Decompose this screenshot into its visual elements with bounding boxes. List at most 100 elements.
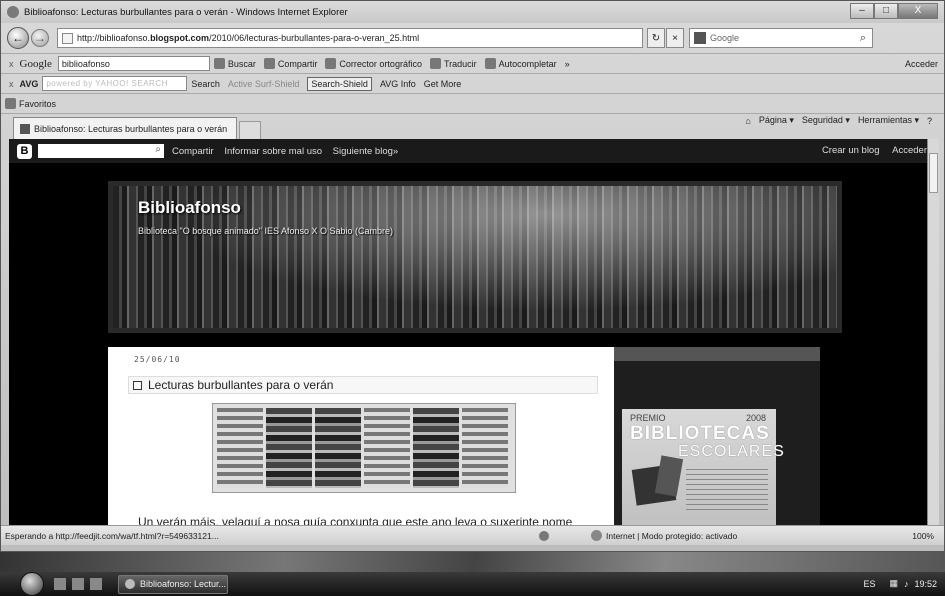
scrollbar-thumb[interactable] [929,153,938,193]
search-icon[interactable]: ⌕ [860,32,866,45]
blog-description: Biblioteca "O bosque animado" IES Afonso… [138,226,394,236]
sidebar: PREMIO 2008 BIBLIOTECAS ESCOLARES [614,347,820,525]
security-zone[interactable]: Internet | Modo protegido: activado [591,530,737,541]
taskbar: Biblioafonso: Lectur... ES ▦ ♪ 19:52 [0,572,945,596]
blog-title[interactable]: Biblioafonso [138,198,241,218]
url-domain: blogspot.com [150,33,210,43]
spellcheck-icon [325,58,337,69]
brochure-panel [462,408,508,488]
search-shield-button[interactable]: Search-Shield [307,76,372,91]
globe-icon [591,530,602,541]
taskbar-ie-button[interactable]: Biblioafonso: Lectur... [118,574,228,594]
blog-search-input[interactable]: ⌕ [38,144,164,158]
post-title-text: Lecturas burbullantes para o verán [148,378,334,392]
address-bar-row: ← → http://biblioafonso. blogspot.com/201… [1,23,944,53]
show-desktop-icon[interactable] [54,578,66,590]
autofill-icon [484,58,496,69]
address-buttons: ↻ × [647,28,685,48]
active-surf-shield-button[interactable]: Active Surf-Shield [228,79,300,89]
brochure-panel [217,408,263,488]
command-bar: ⌂ Página ▾ Seguridad ▾ Herramientas ▾ ? [737,115,932,126]
award-fine-print [686,469,768,513]
corrector-button[interactable]: Corrector ortográfico [325,58,422,69]
back-button[interactable]: ← [7,27,29,49]
avg-logo[interactable]: AVG [20,79,39,89]
stop-button[interactable]: × [666,28,684,48]
acceder-button[interactable]: Acceder [905,59,938,69]
url-input[interactable]: http://biblioafonso. blogspot.com/2010/06… [57,28,643,48]
get-more-button[interactable]: Get More [424,79,462,89]
tab-biblioafonso[interactable]: Biblioafonso: Lecturas burbullantes para… [13,117,237,139]
network-icon[interactable]: ▦ [889,578,898,589]
books-icon [654,455,684,497]
url-prefix: http://biblioafonso. [77,33,151,43]
vertical-scrollbar[interactable] [927,139,939,525]
avg-info-button[interactable]: AVG Info [380,79,416,89]
compartir-link[interactable]: Compartir [172,146,214,157]
traducir-button[interactable]: Traducir [429,58,477,69]
translate-icon [429,58,441,69]
title-bar[interactable]: Biblioafonso: Lecturas burbullantes para… [1,1,944,23]
page-icon [62,32,73,44]
ie-logo-icon [125,579,135,589]
forward-button[interactable]: → [31,29,49,47]
google-toolbar-close[interactable]: x [9,59,14,69]
blogger-links: Compartir Informar sobre mal uso Siguien… [164,146,398,157]
siguiente-blog-link[interactable]: Siguiente blog» [333,146,399,157]
award-bibliotecas: BIBLIOTECAS [630,423,770,444]
url-path: /2010/06/lecturas-burbullantes-para-o-ve… [209,33,420,43]
award-badge[interactable]: PREMIO 2008 BIBLIOTECAS ESCOLARES [622,409,784,525]
new-tab-button[interactable] [239,121,261,139]
google-search-field[interactable]: biblioafonso [57,56,210,71]
award-premio: PREMIO [630,413,666,423]
post-body: Un verán máis, velaquí a nosa guía conxu… [138,515,573,525]
acceder-link[interactable]: Acceder [892,145,927,156]
post-date: 25/06/10 [134,355,181,364]
yahoo-search-field[interactable]: powered by YAHOO! SEARCH [42,76,188,91]
language-indicator[interactable]: ES [863,579,875,589]
brochure-panel [413,408,459,488]
avg-toolbar: x AVG powered by YAHOO! SEARCH Search Ac… [1,73,944,93]
crear-blog-link[interactable]: Crear un blog [822,145,880,156]
close-button[interactable]: X [898,3,938,19]
status-bar: Esperando a http://feedjit.com/wa/tf.htm… [1,525,944,545]
home-icon[interactable]: ⌂ [745,116,750,126]
google-logo: Google [19,57,52,70]
search-icon[interactable]: ⌕ [155,144,161,155]
blogger-logo-icon[interactable]: B [17,143,32,159]
refresh-button[interactable]: ↻ [647,28,665,48]
clock[interactable]: 19:52 [914,579,937,589]
help-icon[interactable]: ? [927,116,932,126]
search-icon [213,58,225,69]
system-tray: ES ▦ ♪ 19:52 [857,578,937,589]
tab-label: Biblioafonso: Lecturas burbullantes para… [34,123,228,134]
favoritos-button[interactable]: Favoritos [5,98,56,109]
blogger-favicon-icon [20,123,30,134]
seguridad-menu[interactable]: Seguridad ▾ [802,115,850,126]
ie-quicklaunch-icon[interactable] [90,578,102,590]
switch-windows-icon[interactable] [72,578,84,590]
herramientas-menu[interactable]: Herramientas ▾ [858,115,919,126]
compartir-button[interactable]: Compartir [263,58,317,69]
blogger-right-links: Crear un blog Acceder [812,145,927,156]
brochure-panel [266,408,312,488]
post-title[interactable]: Lecturas burbullantes para o verán [128,376,598,394]
volume-icon[interactable]: ♪ [904,579,909,589]
avg-search-button[interactable]: Search [191,79,220,89]
zoom-level[interactable]: 100% [912,531,934,541]
sidebar-header [614,347,820,361]
pagina-menu[interactable]: Página ▾ [759,115,794,126]
autocompletar-button[interactable]: Autocompletar [484,58,557,69]
more-chevron-button[interactable]: » [565,59,570,69]
post-image[interactable] [212,403,516,493]
post-bullet-icon [133,380,142,390]
search-input[interactable]: Google ⌕ [689,28,873,48]
minimize-button[interactable]: – [850,3,874,19]
brochure-panel [364,408,410,488]
informar-link[interactable]: Informar sobre mal uso [224,146,322,157]
maximize-button[interactable]: □ [874,3,898,19]
avg-toolbar-close[interactable]: x [9,79,14,89]
start-orb[interactable] [20,572,44,596]
buscar-button[interactable]: Buscar [213,58,256,69]
google-icon [694,32,706,44]
